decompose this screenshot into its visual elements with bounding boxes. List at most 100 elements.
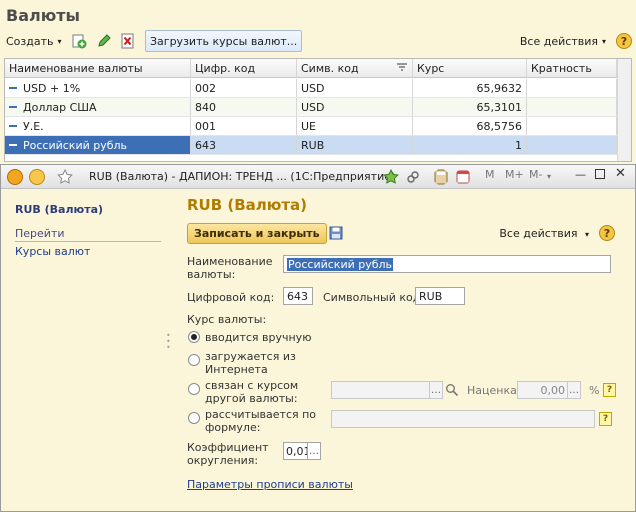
maximize-button[interactable] <box>595 169 605 182</box>
maximize-icon <box>595 169 605 179</box>
table-row-selected[interactable]: Российский рубль 643 RUB 1 <box>5 136 617 155</box>
rate-manual-radio[interactable] <box>188 331 200 343</box>
rate-linked-label-line1: связан с курсом <box>205 379 299 392</box>
help-hint-icon[interactable]: ? <box>603 383 616 397</box>
column-header-rate[interactable]: Курс <box>413 59 527 77</box>
cell-symbol-code: USD <box>297 98 413 116</box>
base-currency-input[interactable] <box>331 381 431 399</box>
rate-formula-label[interactable]: рассчитывается по формуле: <box>205 408 316 434</box>
cell-name-text: У.Е. <box>23 119 44 133</box>
window-title: RUB (Валюта) - ДАПИОН: ТРЕНД ... (1С:Пре… <box>89 170 396 183</box>
rate-internet-radio[interactable] <box>188 354 200 366</box>
currency-name-value: Российский рубль <box>287 257 394 271</box>
search-icon[interactable] <box>445 383 459 397</box>
chevron-down-icon[interactable]: ▾ <box>547 172 551 181</box>
splitter-handle[interactable]: • • • <box>166 332 171 352</box>
table-scrollbar[interactable] <box>617 59 631 161</box>
mark-delete-button[interactable] <box>119 30 137 52</box>
help-button[interactable]: ? <box>616 30 632 52</box>
app-logo-icon <box>7 169 23 185</box>
currency-table: Наименование валюты Цифр. код Симв. код … <box>4 58 632 162</box>
rate-manual-label[interactable]: вводится вручную <box>205 331 311 344</box>
cell-symbol-code: UE <box>297 117 413 135</box>
rate-linked-label[interactable]: связан с курсом другой валюты: <box>205 379 298 405</box>
pencil-icon <box>98 34 111 47</box>
table-row[interactable]: USD + 1% 002 USD 65,9632 <box>5 79 617 98</box>
add-copy-button[interactable] <box>70 30 88 52</box>
sidebar-title: RUB (Валюта) <box>15 203 104 216</box>
currency-form-window: RUB (Валюта) - ДАПИОН: ТРЕНД ... (1С:Пре… <box>0 164 636 512</box>
help-icon: ? <box>616 33 632 49</box>
memory-m-minus-button[interactable]: M- <box>529 168 542 181</box>
form-main: RUB (Валюта) Записать и закрыть Все дейс… <box>177 189 635 509</box>
link-icon[interactable] <box>405 169 421 185</box>
star-icon[interactable] <box>57 169 73 185</box>
rate-formula-radio[interactable] <box>188 412 200 424</box>
cell-rate: 65,3101 <box>413 98 527 116</box>
cell-name: Доллар США <box>5 98 191 116</box>
list-toolbar: Создать ▾ Загрузить курсы валют... Все д… <box>0 30 636 54</box>
create-label: Создать <box>6 34 54 48</box>
symbol-code-input[interactable]: RUB <box>415 287 465 305</box>
cell-digital-code: 002 <box>191 79 297 97</box>
sidebar-link-rates[interactable]: Курсы валют <box>15 245 90 258</box>
form-all-actions-label: Все действия <box>499 227 578 240</box>
window-menu-icon[interactable] <box>29 169 45 185</box>
form-help-button[interactable]: ? <box>599 225 615 241</box>
currency-spelling-params-link[interactable]: Параметры прописи валюты <box>187 478 353 491</box>
form-all-actions-menu[interactable]: Все действия ▾ <box>499 227 589 240</box>
markup-label: Наценка: <box>467 384 521 397</box>
rounding-label: Коэффициент округления: <box>187 441 269 467</box>
rate-linked-radio[interactable] <box>188 383 200 395</box>
list-title: Валюты <box>6 6 81 25</box>
calculator-icon[interactable] <box>433 169 449 185</box>
window-titlebar: RUB (Валюта) - ДАПИОН: ТРЕНД ... (1С:Пре… <box>1 165 635 189</box>
memory-m-plus-button[interactable]: M+ <box>505 168 524 181</box>
help-icon: ? <box>599 225 615 241</box>
name-label-line1: Наименование <box>187 255 273 268</box>
cell-symbol-code: USD <box>297 79 413 97</box>
percent-label: % <box>589 384 600 397</box>
cell-name-text: Российский рубль <box>23 138 128 152</box>
column-header-multiplicity[interactable]: Кратность <box>527 59 617 77</box>
load-rates-button[interactable]: Загрузить курсы валют... <box>145 30 303 52</box>
calendar-icon[interactable] <box>455 169 471 185</box>
table-row[interactable]: Доллар США 840 USD 65,3101 <box>5 98 617 117</box>
all-actions-menu[interactable]: Все действия ▾ <box>520 30 606 52</box>
cell-digital-code: 001 <box>191 117 297 135</box>
close-button[interactable]: ✕ <box>615 166 626 181</box>
cell-multiplicity <box>527 117 617 135</box>
cell-symbol-code: RUB <box>297 136 413 154</box>
rounding-input[interactable]: 0,01 <box>283 442 309 460</box>
cell-multiplicity <box>527 79 617 97</box>
edit-button[interactable] <box>95 30 113 52</box>
currency-list-window: Валюты Создать ▾ Загрузить курсы валют..… <box>0 0 636 165</box>
item-marker-icon <box>9 125 17 127</box>
digital-code-input[interactable]: 643 <box>283 287 313 305</box>
formula-input[interactable] <box>331 410 595 428</box>
favorite-star-icon[interactable] <box>383 169 399 185</box>
table-row[interactable]: У.Е. 001 UE 68,5756 <box>5 117 617 136</box>
add-copy-icon <box>72 34 87 49</box>
rounding-select-button[interactable]: … <box>307 442 321 460</box>
currency-name-input[interactable]: Российский рубль <box>283 255 611 273</box>
filter-icon[interactable] <box>396 63 408 73</box>
minimize-button[interactable]: — <box>575 168 586 181</box>
item-marker-icon <box>9 87 17 89</box>
column-header-digital-code[interactable]: Цифр. код <box>191 59 297 77</box>
cell-digital-code: 643 <box>191 136 297 154</box>
item-marker-icon <box>9 106 17 108</box>
markup-select-button[interactable]: … <box>567 381 581 399</box>
column-header-symbol-code[interactable]: Симв. код <box>297 59 413 77</box>
save-and-close-button[interactable]: Записать и закрыть <box>187 223 327 244</box>
rate-linked-label-line2: другой валюты: <box>205 392 298 405</box>
column-header-name[interactable]: Наименование валюты <box>5 59 191 77</box>
sidebar-goto-heading: Перейти <box>15 227 161 242</box>
formula-hint-icon[interactable]: ? <box>599 412 612 426</box>
markup-input[interactable]: 0,00 <box>517 381 569 399</box>
memory-m-button[interactable]: M <box>485 168 495 181</box>
select-button[interactable]: … <box>429 381 443 399</box>
save-icon[interactable] <box>329 226 343 240</box>
rate-internet-label[interactable]: загружается из Интернета <box>205 350 296 376</box>
create-button[interactable]: Создать ▾ <box>6 30 62 52</box>
